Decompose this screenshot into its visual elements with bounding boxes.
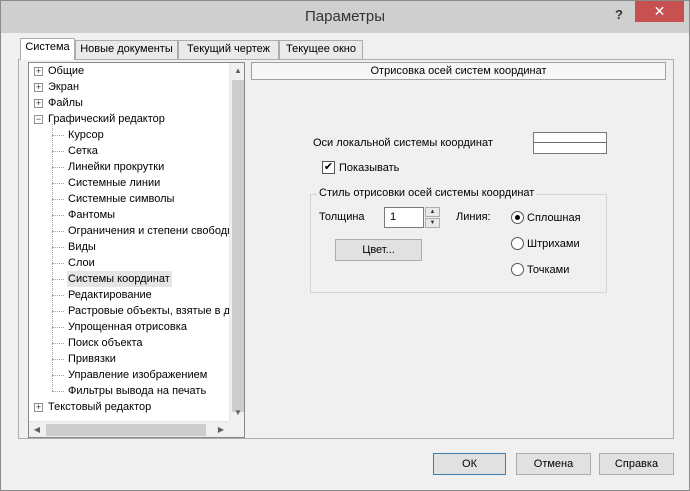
color-button[interactable]: Цвет...: [335, 239, 422, 261]
ok-button[interactable]: ОК: [433, 453, 506, 475]
tree-item[interactable]: Упрощенная отрисовка: [67, 319, 189, 335]
radio-solid-label[interactable]: Сплошная: [527, 212, 581, 224]
tree-item[interactable]: Виды: [67, 239, 98, 255]
tree-item[interactable]: Привязки: [67, 351, 118, 367]
settings-tree: + Общие + Экран + Файлы − Графический редактор К…: [28, 62, 245, 438]
scroll-left-arrow-icon[interactable]: ◀: [29, 422, 45, 437]
show-axes-checkbox[interactable]: ✔: [322, 161, 335, 174]
vertical-scroll-thumb[interactable]: [232, 80, 244, 412]
radio-solid[interactable]: [511, 211, 524, 224]
tree-item[interactable]: Управление изображением: [67, 367, 209, 383]
scroll-up-arrow-icon[interactable]: ▲: [230, 63, 244, 79]
tree-connector: [52, 199, 64, 200]
tree-connector: [52, 375, 64, 376]
coordinate-settings-panel: Оси локальной системы координат ✔ Показы…: [251, 80, 666, 438]
horizontal-scroll-thumb[interactable]: [46, 424, 206, 436]
line-style-label: Линия:: [456, 211, 491, 223]
tree-horizontal-scrollbar[interactable]: ◀ ▶: [29, 421, 229, 437]
help-title-button[interactable]: ?: [609, 7, 629, 25]
tab-current-window[interactable]: Текущее окно: [279, 40, 363, 59]
tree-expander-icon[interactable]: +: [34, 67, 43, 76]
tree-item[interactable]: Растровые объекты, взятые в документ: [67, 303, 244, 319]
tree-connector: [52, 231, 64, 232]
tree-item[interactable]: Поиск объекта: [67, 335, 145, 351]
spin-down-arrow-icon[interactable]: ▼: [425, 218, 440, 228]
radio-dashed-label[interactable]: Штрихами: [527, 238, 580, 250]
scrollbar-corner: [229, 421, 244, 437]
tree-item[interactable]: Системные линии: [67, 175, 162, 191]
tree-item[interactable]: Фильтры вывода на печать: [67, 383, 208, 399]
tree-connector: [52, 343, 64, 344]
thickness-spinner: ▲ ▼: [425, 207, 440, 228]
tree-connector: [52, 135, 64, 136]
tree-item[interactable]: Графический редактор: [47, 111, 167, 127]
tree-item[interactable]: Сетка: [67, 143, 100, 159]
axes-preview: [533, 132, 607, 154]
tree-connector: [52, 124, 53, 391]
tree-connector: [52, 167, 64, 168]
cancel-button[interactable]: Отмена: [516, 453, 591, 475]
tree-item[interactable]: Фантомы: [67, 207, 117, 223]
tree-expander-icon[interactable]: +: [34, 99, 43, 108]
tree-expander-icon[interactable]: +: [34, 403, 43, 412]
window-title: Параметры: [305, 8, 385, 25]
tree-item[interactable]: Текстовый редактор: [47, 399, 153, 415]
tab-current-drawing[interactable]: Текущий чертеж: [178, 40, 279, 59]
tree-vertical-scrollbar[interactable]: ▲ ▼: [229, 63, 244, 421]
spin-up-arrow-icon[interactable]: ▲: [425, 207, 440, 217]
tab-new-documents[interactable]: Новые документы: [75, 40, 178, 59]
scroll-down-arrow-icon[interactable]: ▼: [230, 405, 244, 421]
axes-label: Оси локальной системы координат: [313, 137, 493, 149]
title-bar[interactable]: Параметры ? ✕: [1, 1, 689, 33]
tree-expander-icon[interactable]: −: [34, 115, 43, 124]
tree-expander-icon[interactable]: +: [34, 83, 43, 92]
section-header: Отрисовка осей систем координат: [251, 62, 666, 80]
tree-item[interactable]: Курсор: [67, 127, 106, 143]
show-axes-label[interactable]: Показывать: [339, 162, 399, 174]
axes-style-group-title: Стиль отрисовки осей системы координат: [317, 187, 537, 199]
tree-connector: [52, 327, 64, 328]
options-dialog: Параметры ? ✕ Система Новые документы Те…: [0, 0, 690, 491]
tree-connector: [52, 295, 64, 296]
radio-dotted[interactable]: [511, 263, 524, 276]
close-button[interactable]: ✕: [635, 1, 684, 22]
tree-item[interactable]: Линейки прокрутки: [67, 159, 166, 175]
tree-item[interactable]: Файлы: [47, 95, 85, 111]
tree-connector: [52, 359, 64, 360]
tree-connector: [52, 247, 64, 248]
thickness-input[interactable]: 1: [384, 207, 424, 228]
tree-item[interactable]: Общие: [47, 63, 86, 79]
tree-connector: [52, 215, 64, 216]
help-button[interactable]: Справка: [599, 453, 674, 475]
tree-item[interactable]: Слои: [67, 255, 97, 271]
tree-item[interactable]: Редактирование: [67, 287, 154, 303]
tab-system[interactable]: Система: [20, 38, 75, 60]
tree-connector: [52, 183, 64, 184]
tree-item[interactable]: Системные символы: [67, 191, 176, 207]
tree-connector: [52, 279, 64, 280]
tree-item[interactable]: Системы координат: [67, 271, 172, 287]
tree-item[interactable]: Ограничения и степени свободы: [67, 223, 237, 239]
tree-connector: [52, 263, 64, 264]
tree-connector: [52, 391, 64, 392]
tree-item[interactable]: Экран: [47, 79, 81, 95]
thickness-label: Толщина: [319, 211, 365, 223]
tree-connector: [52, 151, 64, 152]
checkmark-icon: ✔: [323, 161, 334, 173]
scroll-right-arrow-icon[interactable]: ▶: [213, 422, 229, 437]
radio-dashed[interactable]: [511, 237, 524, 250]
tree-connector: [52, 311, 64, 312]
radio-dotted-label[interactable]: Точками: [527, 264, 569, 276]
